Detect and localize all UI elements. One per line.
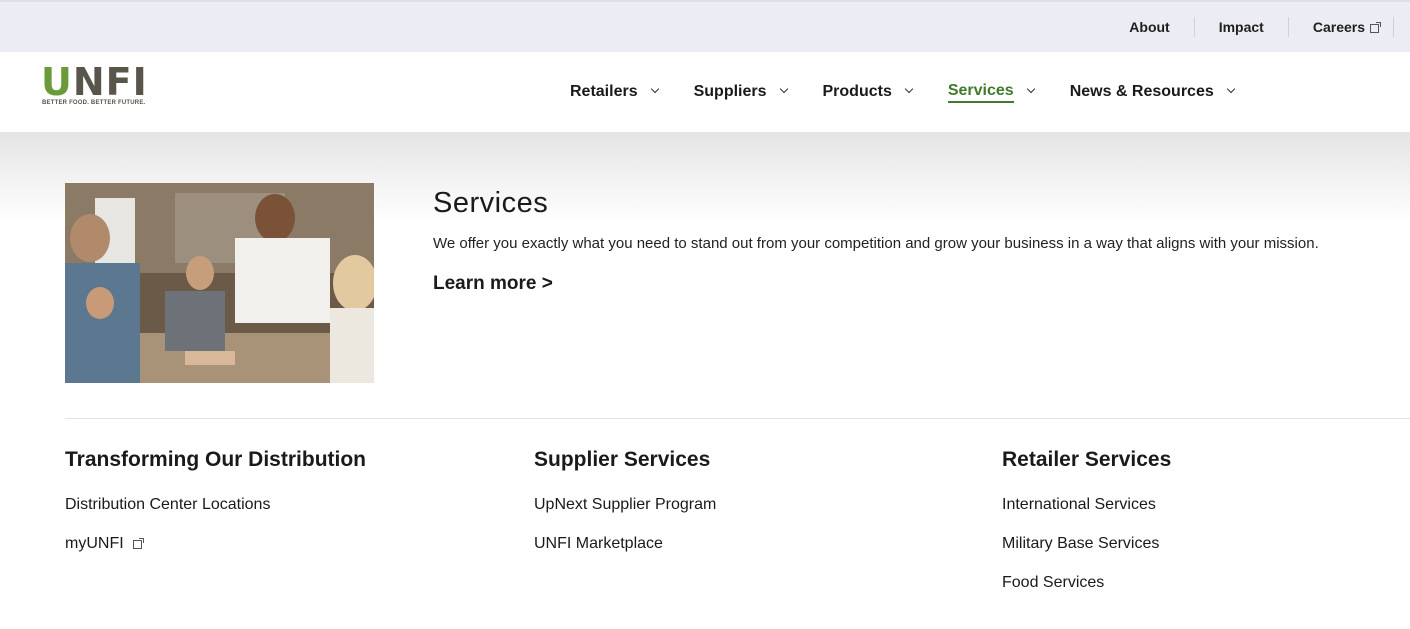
unfi-logo[interactable]: UNFI BETTER FOOD. BETTER FUTURE. [41, 60, 151, 112]
column-title: Supplier Services [534, 448, 711, 471]
link-label: Military Base Services [1002, 535, 1160, 552]
column-retailer-services: Retailer Services International Services… [1002, 448, 1171, 611]
chevron-down-icon [650, 84, 659, 94]
nav-item-label: News & Resources [1069, 83, 1214, 100]
utility-link-careers[interactable]: Careers [1289, 17, 1394, 37]
link-label: UNFI Marketplace [534, 535, 663, 552]
link-international-services[interactable]: International Services [1002, 494, 1171, 533]
link-label: UpNext Supplier Program [534, 496, 717, 513]
external-link-icon [1370, 21, 1381, 33]
link-military-base-services[interactable]: Military Base Services [1002, 533, 1171, 572]
link-myunfi[interactable]: myUNFI [65, 533, 366, 572]
utility-link-impact[interactable]: Impact [1195, 17, 1289, 37]
column-supplier-services: Supplier Services UpNext Supplier Progra… [534, 448, 716, 572]
nav-item-label: Retailers [570, 83, 638, 100]
divider [65, 418, 1410, 419]
column-title: Retailer Services [1002, 448, 1172, 471]
photo-illustration [65, 183, 374, 383]
utility-link-about[interactable]: About [1105, 17, 1195, 37]
learn-more-link[interactable]: Learn more > [433, 273, 553, 295]
business-handshake-photo [65, 183, 374, 383]
link-label: Distribution Center Locations [65, 496, 271, 513]
utility-bar: About Impact Careers [0, 0, 1410, 52]
utility-link-label: Careers [1312, 19, 1365, 35]
nav-item-news-resources[interactable]: News & Resources [1069, 83, 1235, 101]
logo-tagline: BETTER FOOD. BETTER FUTURE. [42, 100, 146, 106]
chevron-down-icon [1226, 84, 1235, 94]
utility-link-label: Impact [1218, 19, 1264, 35]
utility-link-label: About [1129, 19, 1170, 35]
nav-item-label: Services [947, 82, 1014, 103]
nav-item-retailers[interactable]: Retailers [570, 83, 659, 101]
nav-item-services[interactable]: Services [947, 82, 1035, 103]
chevron-down-icon [779, 84, 788, 94]
link-upnext-supplier-program[interactable]: UpNext Supplier Program [534, 494, 716, 533]
link-distribution-center-locations[interactable]: Distribution Center Locations [65, 494, 366, 533]
services-mega-menu: Services We offer you exactly what you n… [0, 132, 1410, 629]
nav-items: Retailers Suppliers Products Services Ne… [570, 52, 1270, 132]
external-link-icon [133, 538, 145, 549]
link-label: International Services [1002, 496, 1156, 513]
services-title: Services [433, 187, 549, 219]
column-title: Transforming Our Distribution [65, 448, 367, 471]
nav-item-label: Products [822, 83, 892, 100]
logo-wordmark: UNFI [41, 60, 148, 104]
chevron-down-icon [904, 84, 914, 94]
link-label: myUNFI [65, 535, 124, 552]
nav-item-products[interactable]: Products [822, 83, 914, 101]
services-description: We offer you exactly what you need to st… [433, 235, 1319, 252]
nav-item-label: Suppliers [693, 83, 767, 100]
column-transforming-distribution: Transforming Our Distribution Distributi… [65, 448, 366, 572]
link-unfi-marketplace[interactable]: UNFI Marketplace [534, 533, 716, 572]
utility-links: About Impact Careers [1105, 2, 1394, 52]
chevron-down-icon [1026, 84, 1035, 94]
link-food-services[interactable]: Food Services [1002, 572, 1171, 611]
link-label: Food Services [1002, 574, 1105, 591]
main-nav: UNFI BETTER FOOD. BETTER FUTURE. Retaile… [0, 52, 1410, 132]
nav-item-suppliers[interactable]: Suppliers [693, 83, 788, 101]
